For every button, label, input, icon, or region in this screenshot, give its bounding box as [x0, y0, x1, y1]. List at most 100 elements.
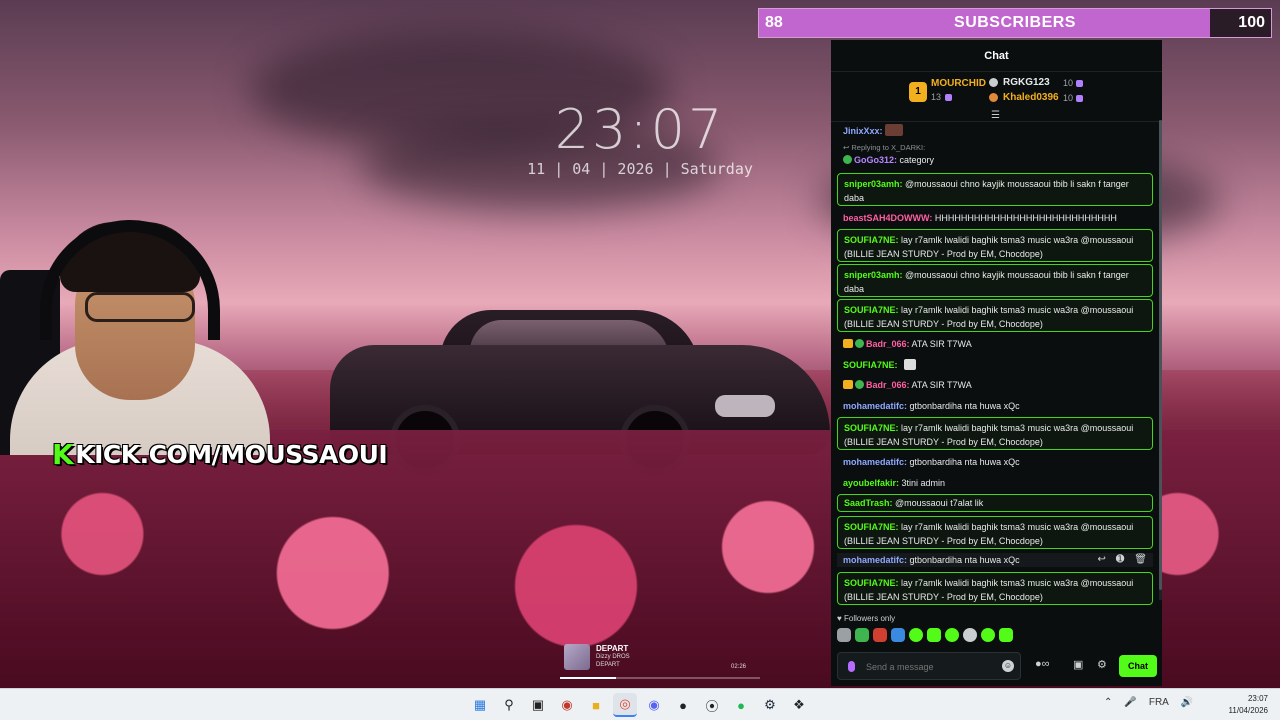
chat-username[interactable]: beastSAH4DOWWW:: [843, 213, 932, 223]
system-tray: ⌃ 🎤 FRA 🔊: [1104, 697, 1193, 708]
leaderboard-name[interactable]: Khaled0396: [1003, 92, 1059, 103]
chat-username[interactable]: SOUFIA7NE:: [844, 578, 899, 588]
emote-icon[interactable]: [945, 628, 959, 642]
search-icon[interactable]: ⚲: [497, 693, 521, 717]
chat-message: SaadTrash: @moussaoui t7alat lik: [837, 494, 1153, 512]
leaderboard-name[interactable]: RGKG123: [1003, 77, 1050, 88]
expand-pinned-icon[interactable]: ☰: [991, 110, 1000, 121]
reply-icon[interactable]: ↩: [1098, 553, 1106, 567]
chrome-icon[interactable]: ◎: [613, 693, 637, 717]
webcam-feed: [0, 210, 270, 455]
chat-scrollbar-thumb[interactable]: [1159, 120, 1162, 590]
app-icon[interactable]: ◉: [555, 693, 579, 717]
chat-username[interactable]: SOUFIA7NE:: [844, 305, 899, 315]
message-actions: ↩ ➊ 🗑: [1098, 553, 1147, 567]
chat-username[interactable]: SOUFIA7NE:: [843, 360, 898, 370]
chat-message: beastSAH4DOWWW: HHHHHHHHHHHHHHHHHHHHHHHH…: [837, 211, 1153, 225]
emote-icon[interactable]: [963, 628, 977, 642]
file-explorer-icon[interactable]: ■: [584, 693, 608, 717]
leaderboard-count: 10: [1063, 78, 1074, 88]
github-icon[interactable]: ●: [671, 693, 695, 717]
taskbar-clock[interactable]: 23:07 11/04/2026: [1229, 693, 1268, 717]
chat-message: SOUFIA7NE: lay r7amlk lwalidi baghik tsm…: [837, 572, 1153, 605]
settings-gear-icon[interactable]: ⚙: [1097, 658, 1107, 671]
emote-icon[interactable]: [981, 628, 995, 642]
leaderboard-count: 10: [1063, 93, 1074, 103]
chat-scrollbar[interactable]: [1159, 120, 1162, 600]
microphone-icon[interactable]: 🎤: [1124, 697, 1136, 708]
chat-message-hovered[interactable]: mohamedatifc: gtbonbardiha nta huwa xQc …: [837, 553, 1153, 567]
subscriber-goal-bar: 88 SUBSCRIBERS 100: [758, 8, 1272, 38]
kick-logo-icon: K: [52, 437, 74, 471]
delete-icon[interactable]: 🗑: [1134, 553, 1147, 567]
chat-message: ayoubelfakir: 3tini admin: [837, 476, 1153, 490]
emoji-picker-icon[interactable]: ☺: [1002, 660, 1014, 672]
track-progress: [560, 677, 760, 679]
chat-message-input[interactable]: [866, 658, 996, 676]
emote-icon[interactable]: [837, 628, 851, 642]
emote-icon: [904, 359, 917, 370]
chat-username[interactable]: SaadTrash:: [844, 498, 893, 508]
chat-input-box[interactable]: ☺: [837, 652, 1021, 680]
volume-icon[interactable]: 🔊: [1181, 697, 1193, 708]
emote-icon[interactable]: [927, 628, 941, 642]
chat-username[interactable]: Badr_066:: [866, 380, 910, 390]
task-view-icon[interactable]: ▣: [526, 693, 550, 717]
chat-store-icon[interactable]: ▣: [1073, 658, 1083, 671]
chat-username[interactable]: GoGo312:: [854, 155, 897, 165]
emote-icon[interactable]: [999, 628, 1013, 642]
chat-username[interactable]: SOUFIA7NE:: [844, 423, 899, 433]
chat-text: ATA SIR T7WA: [909, 380, 972, 390]
gift-icon: [1076, 80, 1083, 87]
discord-icon[interactable]: ◉: [642, 693, 666, 717]
emote-icon[interactable]: [855, 628, 869, 642]
windows-start-icon[interactable]: ▦: [468, 693, 492, 717]
silver-medal-icon: [989, 78, 998, 87]
reply-label: Replying to X_DARKI:: [851, 143, 926, 152]
chat-text: gtbonbardiha nta huwa xQc: [907, 555, 1020, 565]
chat-message: Badr_066: ATA SIR T7WA: [837, 337, 1153, 351]
keyboard-language[interactable]: FRA: [1149, 697, 1169, 708]
steam-icon[interactable]: ⚙: [758, 693, 782, 717]
microphone-icon[interactable]: [848, 661, 855, 672]
chat-username[interactable]: sniper03amh:: [844, 270, 903, 280]
desktop-clock-date: 11 | 04 | 2026 | Saturday: [527, 160, 753, 178]
chat-mode-icon[interactable]: ●∞: [1035, 658, 1050, 670]
spotify-icon[interactable]: ●: [729, 693, 753, 717]
emote-icon[interactable]: [891, 628, 905, 642]
chat-username[interactable]: mohamedatifc:: [843, 555, 907, 565]
track-progress-fill: [560, 677, 616, 679]
chat-message: SOUFIA7NE: lay r7amlk lwalidi baghik tsm…: [837, 516, 1153, 549]
emote-icon[interactable]: [873, 628, 887, 642]
chat-message: JinixXxx:: [837, 124, 1153, 138]
send-chat-button[interactable]: Chat: [1119, 655, 1157, 677]
track-album: DEPART: [596, 662, 620, 668]
chat-username[interactable]: mohamedatifc:: [843, 401, 907, 411]
chat-text: category: [897, 155, 935, 165]
track-title: DEPART: [596, 644, 629, 653]
chat-message: SOUFIA7NE: lay r7amlk lwalidi baghik tsm…: [837, 229, 1153, 262]
chat-message: SOUFIA7NE:: [837, 358, 1153, 372]
obs-icon[interactable]: ⦿: [700, 693, 724, 717]
chat-username[interactable]: mohamedatifc:: [843, 457, 907, 467]
chat-text: 3tini admin: [899, 478, 946, 488]
emote-icon: [885, 124, 904, 136]
chat-username[interactable]: SOUFIA7NE:: [844, 235, 899, 245]
badge-icon: [855, 380, 864, 389]
chat-message: SOUFIA7NE: lay r7amlk lwalidi baghik tsm…: [837, 299, 1153, 332]
chat-username[interactable]: SOUFIA7NE:: [844, 522, 899, 532]
emote-icon[interactable]: [909, 628, 923, 642]
track-time: 02:26: [730, 664, 746, 670]
chevron-up-icon[interactable]: ⌃: [1104, 697, 1112, 708]
pin-icon[interactable]: ➊: [1116, 553, 1124, 567]
chat-username[interactable]: JinixXxx:: [843, 126, 883, 136]
chat-username[interactable]: Badr_066:: [866, 339, 910, 349]
app-icon[interactable]: ❖: [787, 693, 811, 717]
desktop-clock-time: 23:07: [554, 98, 726, 161]
taskbar: ▦ ⚲ ▣ ◉ ■ ◎ ◉ ● ⦿ ● ⚙ ❖ ⌃ 🎤 FRA 🔊 23:07 …: [0, 688, 1280, 720]
chat-username[interactable]: ayoubelfakir:: [843, 478, 899, 488]
chat-username[interactable]: sniper03amh:: [844, 179, 903, 189]
leaderboard-name[interactable]: MOURCHID: [931, 78, 986, 89]
gift-icon: [1076, 95, 1083, 102]
emote-quickbar: [837, 628, 1013, 642]
